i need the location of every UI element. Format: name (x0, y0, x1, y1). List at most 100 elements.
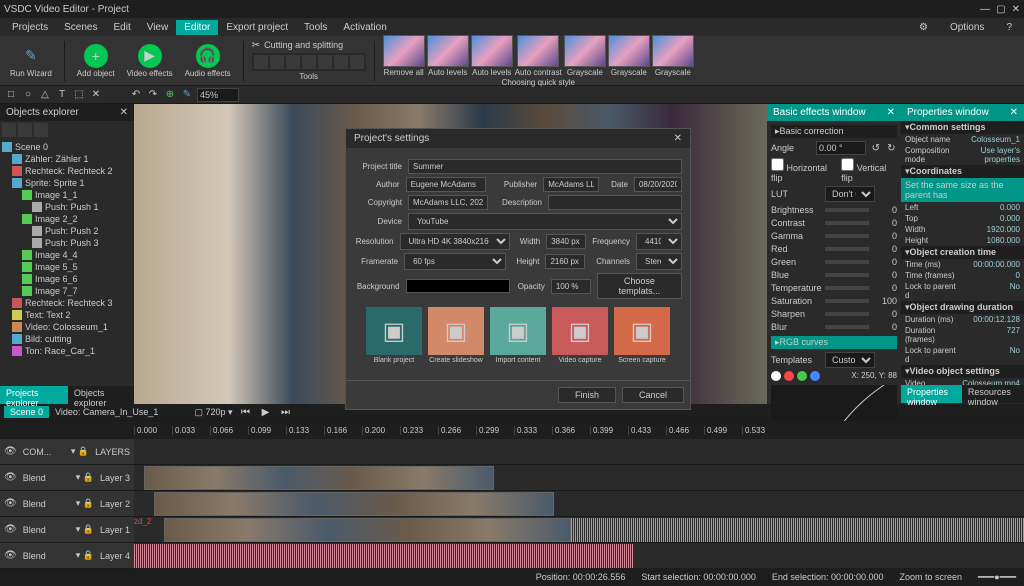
left-tab[interactable]: Objects explorer (68, 386, 134, 404)
template-video-capture[interactable]: ▣Video capture (552, 307, 608, 364)
maximize-icon[interactable]: ▢ (996, 4, 1005, 15)
date-input[interactable] (634, 177, 682, 192)
author-input[interactable] (406, 177, 486, 192)
status-zoom[interactable]: Zoom to screen (900, 572, 963, 582)
dialog-close-icon[interactable]: ✕ (674, 133, 682, 144)
menu-scenes[interactable]: Scenes (56, 20, 105, 35)
help-icon[interactable]: ? (998, 20, 1020, 35)
template-create-slideshow[interactable]: ▣Create slideshow (428, 307, 484, 364)
tree-item[interactable]: Push: Push 2 (2, 225, 132, 237)
desc-input[interactable] (548, 195, 682, 210)
slim-btn[interactable]: ↷ (146, 88, 160, 102)
gamma-slider[interactable] (825, 234, 869, 238)
color-red[interactable] (784, 371, 794, 381)
blue-slider[interactable] (825, 273, 869, 277)
prop-row[interactable]: Duration (ms)00:00:12.128 (901, 314, 1024, 325)
track-head[interactable]: 👁Blend▾ 🔒Layer 2 (0, 491, 134, 517)
eye-icon[interactable]: 👁 (4, 524, 17, 535)
add-object-button[interactable]: + Add object (73, 42, 119, 80)
track-head[interactable]: 👁Blend▾ 🔒Layer 1 (0, 517, 134, 543)
play-icon[interactable]: ▶ (259, 405, 273, 419)
template-import-content[interactable]: ▣Import content (490, 307, 546, 364)
red-slider[interactable] (825, 247, 869, 251)
tree-item[interactable]: Push: Push 1 (2, 201, 132, 213)
timeline-track[interactable]: zd_2 (134, 517, 1024, 543)
quickstyle-remove-all[interactable]: Remove all (383, 35, 425, 77)
eye-icon[interactable]: 👁 (4, 498, 17, 509)
video-tab[interactable]: Video: Camera_In_Use_1 (55, 407, 158, 417)
tree-item[interactable]: Push: Push 3 (2, 237, 132, 249)
prop-row[interactable]: Top0.000 (901, 213, 1024, 224)
saturation-slider[interactable] (825, 299, 869, 303)
tree-item[interactable]: Image 1_1 (2, 189, 132, 201)
menu-editor[interactable]: Editor (176, 20, 218, 35)
prop-section-head[interactable]: ▾ Video object settings (901, 365, 1024, 378)
tool-btn[interactable] (254, 55, 268, 69)
slim-btn[interactable]: ⬚ (72, 88, 86, 102)
framerate-select[interactable]: 60 fps (404, 253, 506, 270)
tree-item[interactable]: Scene 0 (2, 141, 132, 153)
tool-btn[interactable] (318, 55, 332, 69)
quickstyle-auto-levels[interactable]: Auto levels (427, 35, 469, 77)
prop-row[interactable]: Composition modeUse layer's properties (901, 145, 1024, 165)
color-green[interactable] (797, 371, 807, 381)
green-slider[interactable] (825, 260, 869, 264)
tree-item[interactable]: Image 2_2 (2, 213, 132, 225)
res-select[interactable]: Ultra HD 4K 3840x2160 pixels (16 (400, 233, 510, 250)
template-blank-project[interactable]: ▣Blank project (366, 307, 422, 364)
tree-tool[interactable] (34, 123, 48, 137)
channels-select[interactable]: Stereo (636, 253, 682, 270)
scene-tab[interactable]: Scene 0 (4, 406, 49, 418)
quickstyle-grayscale[interactable]: Grayscale (652, 35, 694, 77)
sharpen-slider[interactable] (825, 312, 869, 316)
timeline-waveform[interactable] (134, 544, 634, 568)
tool-btn[interactable] (350, 55, 364, 69)
timeline-waveform[interactable] (571, 518, 1024, 542)
color-white[interactable] (771, 371, 781, 381)
panel-close-icon[interactable]: ✕ (1010, 107, 1018, 118)
device-select[interactable]: YouTube (408, 213, 682, 230)
tool-btn[interactable] (286, 55, 300, 69)
prop-tab[interactable]: Properties window (901, 385, 962, 403)
publisher-input[interactable] (543, 177, 599, 192)
tree-item[interactable]: Ton: Race_Car_1 (2, 345, 132, 357)
rotate-cw-icon[interactable]: ↻ (886, 141, 897, 155)
prop-row[interactable]: Time (ms)00:00:00.000 (901, 259, 1024, 270)
prop-tab[interactable]: Resources window (962, 385, 1024, 403)
timeline-clip[interactable] (154, 492, 554, 516)
freq-select[interactable]: 44100 Hz (636, 233, 682, 250)
prop-row[interactable]: Height1080.000 (901, 235, 1024, 246)
choose-template-button[interactable]: Choose templats... (597, 273, 682, 299)
tree-item[interactable]: Image 7_7 (2, 285, 132, 297)
slim-btn[interactable]: ⊕ (163, 88, 177, 102)
menu-view[interactable]: View (139, 20, 177, 35)
res-select[interactable]: ▢ 720p ▾ (194, 407, 232, 418)
tree-item[interactable]: Text: Text 2 (2, 309, 132, 321)
tree-item[interactable]: Bild: cutting (2, 333, 132, 345)
copyright-input[interactable] (408, 195, 488, 210)
timeline-track[interactable] (134, 491, 1024, 517)
quickstyle-auto-levels[interactable]: Auto levels (471, 35, 513, 77)
rotate-ccw-icon[interactable]: ↺ (870, 141, 881, 155)
eye-icon[interactable]: 👁 (4, 550, 17, 561)
tree-item[interactable]: Zähler: Zähler 1 (2, 153, 132, 165)
color-blue[interactable] (810, 371, 820, 381)
timeline-track[interactable] (134, 543, 1024, 568)
tree-tool[interactable] (2, 123, 16, 137)
zoom-value[interactable]: 45% (197, 88, 239, 102)
menu-projects[interactable]: Projects (4, 20, 56, 35)
same-size-button[interactable]: Set the same size as the parent has (901, 178, 1024, 202)
tree-item[interactable]: Image 5_5 (2, 261, 132, 273)
width-input[interactable] (546, 234, 586, 249)
temperature-slider[interactable] (825, 286, 869, 290)
basic-correction-head[interactable]: ▸ Basic correction (771, 125, 897, 138)
finish-button[interactable]: Finish (558, 387, 616, 403)
proj-title-input[interactable] (408, 159, 682, 174)
slim-btn[interactable]: ↶ (129, 88, 143, 102)
prop-row[interactable]: VideoColosseum.mp4 (901, 378, 1024, 385)
track-head[interactable]: 👁Blend▾ 🔒Layer 4 (0, 543, 134, 569)
cancel-button[interactable]: Cancel (622, 387, 684, 403)
slim-btn[interactable]: T (55, 88, 69, 102)
menu-activation[interactable]: Activation (335, 20, 394, 35)
prev-icon[interactable]: ⏮ (239, 405, 253, 419)
